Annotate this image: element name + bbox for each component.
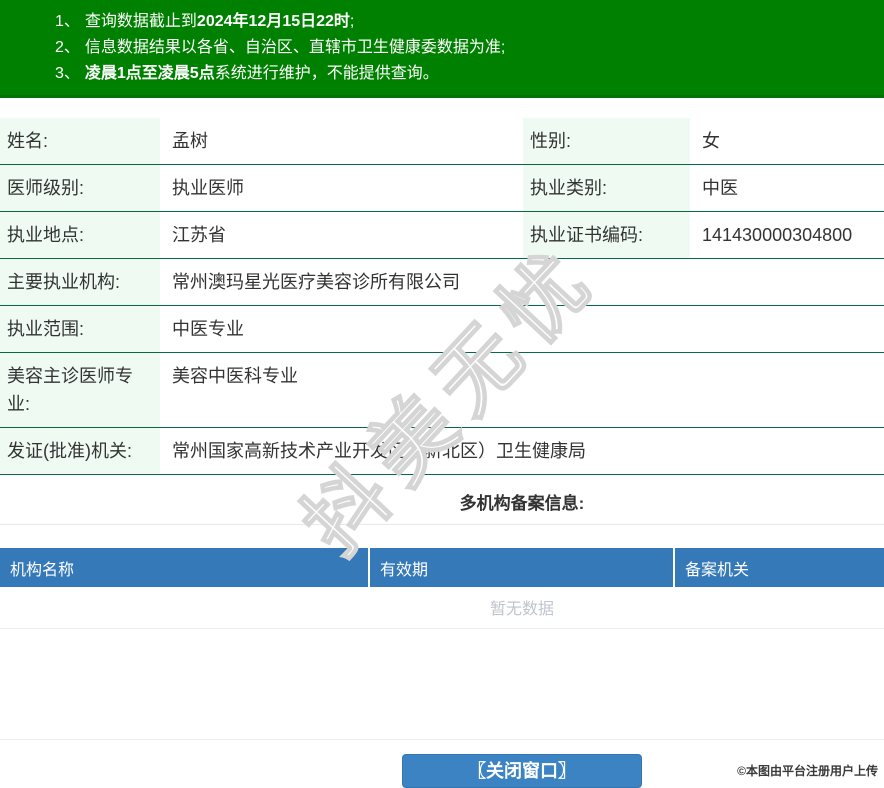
table-header-row: 机构名称 有效期 备案机关 (0, 548, 884, 587)
field-value-practice-scope: 中医专业 (160, 306, 884, 353)
divider (0, 739, 884, 740)
close-window-button[interactable]: 〖关闭窗口〗 (402, 754, 642, 788)
field-label-main-institution: 主要执业机构: (0, 259, 160, 306)
table-row: 执业范围: 中医专业 (0, 306, 884, 353)
notice-text: 信息数据结果以各省、自治区、直辖市卫生健康委数据为准; (85, 39, 505, 56)
field-label-issuing-authority: 发证(批准)机关: (0, 428, 160, 475)
notice-line: 1、查询数据截止到2024年12月15日22时; (55, 9, 884, 35)
field-label-certificate-code: 执业证书编码: (523, 212, 690, 259)
notice-line: 2、信息数据结果以各省、自治区、直辖市卫生健康委数据为准; (55, 35, 884, 61)
table-row: 医师级别: 执业医师 执业类别: 中医 (0, 165, 884, 212)
column-header-institution-name: 机构名称 (0, 548, 369, 587)
table-row: 暂无数据 (0, 587, 884, 628)
field-value-doctor-level: 执业医师 (160, 165, 523, 212)
field-label-doctor-level: 医师级别: (0, 165, 160, 212)
table-row: 执业地点: 江苏省 执业证书编码: 141430000304800 (0, 212, 884, 259)
table-row: 主要执业机构: 常州澳玛星光医疗美容诊所有限公司 (0, 259, 884, 306)
field-value-practice-location: 江苏省 (160, 212, 523, 259)
field-value-gender: 女 (690, 118, 884, 165)
content-wrapper: 1、查询数据截止到2024年12月15日22时; 2、信息数据结果以各省、自治区… (0, 0, 884, 788)
notice-text: ; (350, 13, 354, 30)
field-label-practice-location: 执业地点: (0, 212, 160, 259)
multi-org-section-title: 多机构备案信息: (0, 475, 884, 525)
notice-text: 系统进行维护，不能提供查询。 (215, 65, 439, 82)
column-header-filing-authority: 备案机关 (674, 548, 884, 587)
notice-number: 3、 (55, 65, 80, 82)
notice-text-bold: 2024年12月15日22时 (197, 13, 350, 30)
field-value-certificate-code: 141430000304800 (690, 212, 884, 259)
notice-text: 查询数据截止到 (85, 13, 197, 30)
table-row: 发证(批准)机关: 常州国家高新技术产业开发区（新北区）卫生健康局 (0, 428, 884, 475)
field-label-gender: 性别: (523, 118, 690, 165)
field-value-main-institution: 常州澳玛星光医疗美容诊所有限公司 (160, 259, 884, 306)
table-row: 姓名: 孟树 性别: 女 (0, 118, 884, 165)
multi-org-table: 机构名称 有效期 备案机关 暂无数据 (0, 548, 884, 629)
notice-number: 2、 (55, 39, 80, 56)
field-label-practice-scope: 执业范围: (0, 306, 160, 353)
field-value-practice-category: 中医 (690, 165, 884, 212)
notice-line: 3、凌晨1点至凌晨5点系统进行维护，不能提供查询。 (55, 61, 884, 87)
page: 1、查询数据截止到2024年12月15日22时; 2、信息数据结果以各省、自治区… (0, 0, 884, 788)
field-value-name: 孟树 (160, 118, 523, 165)
upload-attribution-label: ©本图由平台注册用户上传 (737, 762, 878, 779)
column-header-validity-period: 有效期 (369, 548, 674, 587)
notice-text-bold: 凌晨1点至凌晨5点 (85, 65, 215, 82)
notice-banner: 1、查询数据截止到2024年12月15日22时; 2、信息数据结果以各省、自治区… (0, 0, 884, 98)
field-label-name: 姓名: (0, 118, 160, 165)
table-row: 美容主诊医师专业: 美容中医科专业 (0, 353, 884, 428)
notice-number: 1、 (55, 13, 80, 30)
practitioner-info-table: 姓名: 孟树 性别: 女 医师级别: 执业医师 执业类别: 中医 执业地点: 江… (0, 118, 884, 475)
field-value-issuing-authority: 常州国家高新技术产业开发区（新北区）卫生健康局 (160, 428, 884, 475)
empty-data-placeholder: 暂无数据 (0, 587, 884, 628)
field-value-cosmetic-specialty: 美容中医科专业 (160, 353, 884, 428)
field-label-cosmetic-specialty: 美容主诊医师专业: (0, 353, 160, 428)
field-label-practice-category: 执业类别: (523, 165, 690, 212)
